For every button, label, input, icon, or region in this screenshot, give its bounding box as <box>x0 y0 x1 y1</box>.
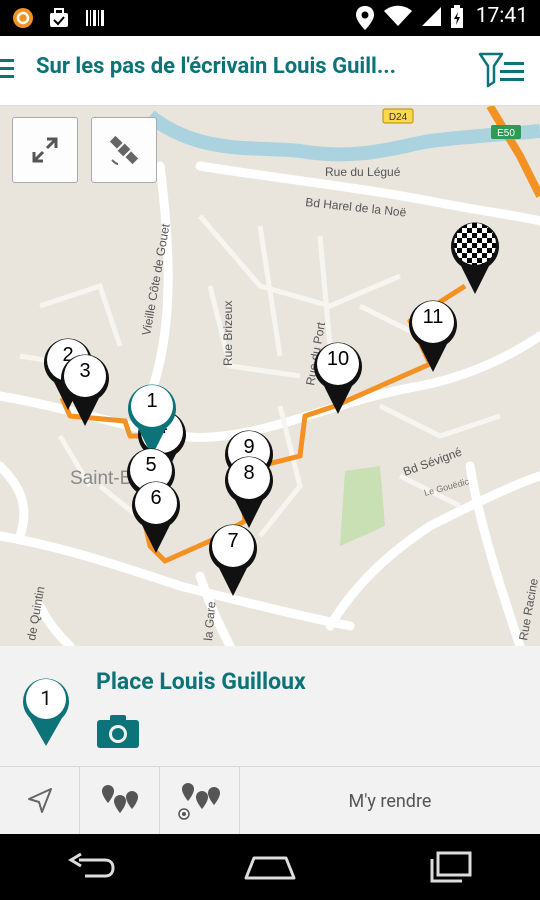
svg-text:Rue du Légué: Rue du Légué <box>325 165 401 179</box>
status-notifications <box>12 7 106 29</box>
clock: 17:41 <box>475 4 528 28</box>
show-all-pois-button[interactable] <box>80 767 160 835</box>
map-marker[interactable]: 3 <box>57 350 113 428</box>
svg-text:E50: E50 <box>497 128 515 139</box>
map-pins-location-icon <box>177 783 220 820</box>
poi-pin-icon: 1 <box>20 674 72 748</box>
fullscreen-button[interactable] <box>12 117 78 183</box>
home-icon <box>244 856 296 880</box>
map-pins-icon <box>101 785 138 813</box>
fullscreen-icon <box>32 137 58 163</box>
back-button[interactable] <box>55 842 125 892</box>
map-marker[interactable]: 7 <box>205 520 261 598</box>
barcode-icon <box>84 7 106 29</box>
poi-info-panel[interactable]: 1 Place Louis Guilloux <box>0 646 540 766</box>
navigate-button[interactable] <box>0 767 80 835</box>
home-button[interactable] <box>235 842 305 892</box>
poi-title: Place Louis Guilloux <box>96 668 306 695</box>
app-notification-icon <box>12 7 34 29</box>
page-title: Sur les pas de l'écrivain Louis Guill... <box>36 54 397 79</box>
action-bar: M'y rendre <box>0 766 540 835</box>
map-marker[interactable]: 6 <box>128 477 184 555</box>
satellite-icon <box>109 135 139 165</box>
back-icon <box>68 852 115 878</box>
wifi-icon <box>383 5 412 27</box>
recents-icon <box>430 851 472 883</box>
navigation-arrow-icon <box>27 788 52 813</box>
checkered-flag-icon <box>451 222 499 294</box>
briefcase-check-icon <box>48 7 70 29</box>
map-view[interactable]: D24 E50 Rue du Légué Bd Harel de la Noë … <box>0 106 540 646</box>
camera-icon[interactable] <box>97 714 139 748</box>
directions-button[interactable]: M'y rendre <box>240 767 540 835</box>
signal-icon <box>420 5 442 27</box>
map-marker[interactable]: 10 <box>310 338 366 416</box>
status-bar: 17:41 <box>0 0 540 36</box>
filter-list-icon[interactable] <box>478 50 526 90</box>
menu-icon[interactable] <box>0 59 14 79</box>
location-icon <box>354 5 376 30</box>
pois-near-me-button[interactable] <box>160 767 240 835</box>
system-nav-bar <box>0 834 540 900</box>
finish-marker[interactable] <box>447 218 503 296</box>
svg-text:D24: D24 <box>389 112 408 123</box>
map-marker[interactable]: 8 <box>221 452 277 530</box>
satellite-button[interactable] <box>91 117 157 183</box>
status-system: 17:41 <box>354 4 528 30</box>
app-bar: Sur les pas de l'écrivain Louis Guill... <box>0 36 540 106</box>
map-marker[interactable]: 11 <box>405 296 461 374</box>
svg-text:Rue Brizeux: Rue Brizeux <box>221 301 235 366</box>
recents-button[interactable] <box>415 842 485 892</box>
battery-icon <box>450 5 464 28</box>
